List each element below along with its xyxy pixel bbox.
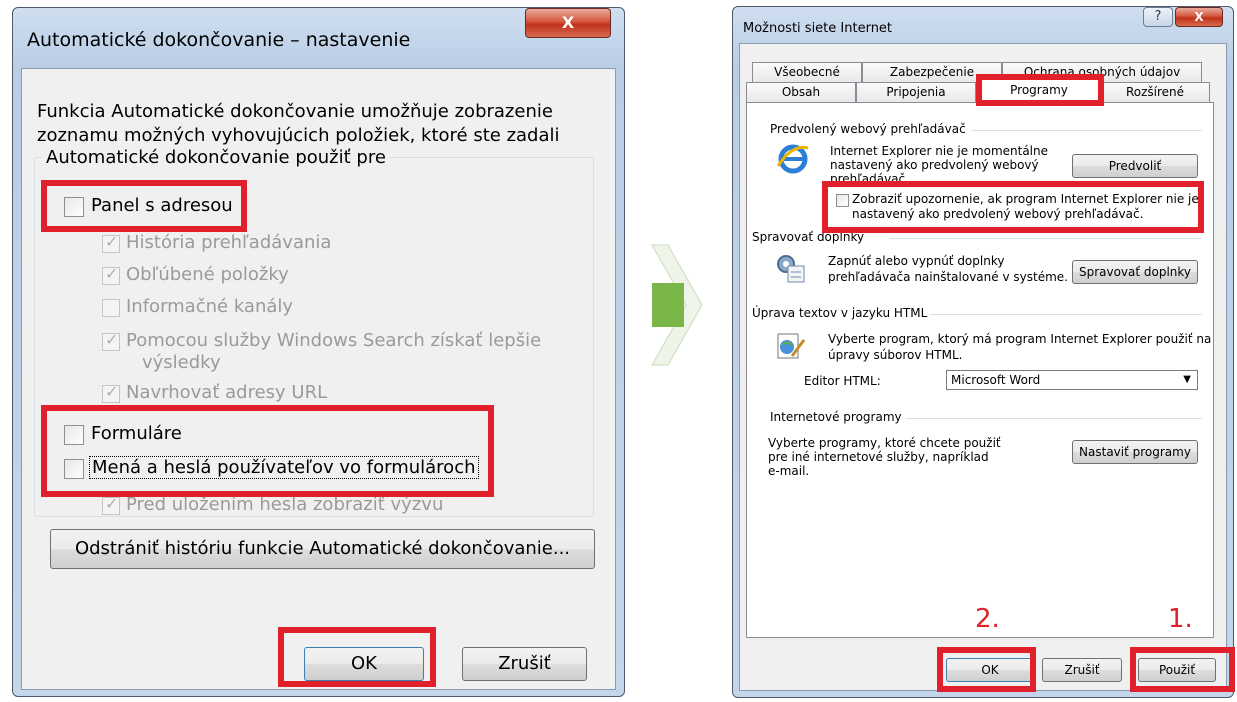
default-browser-group-title: Predvolený webový prehľadávač: [770, 122, 966, 136]
tab-general[interactable]: Všeobecné: [752, 62, 862, 82]
html-editor-icon: [777, 333, 806, 359]
highlight-programs-tab: [976, 74, 1104, 106]
cancel-button[interactable]: Zrušiť: [1042, 658, 1122, 682]
html-editing-text-1: Vyberte program, ktorý má program Intern…: [828, 332, 1212, 346]
group-separator: [906, 418, 1202, 419]
tab-advanced[interactable]: Rozšírené: [1100, 82, 1210, 102]
help-button[interactable]: ?: [1143, 7, 1173, 27]
password-prompt-label[interactable]: Pred uložením hesla zobraziť výzvu: [126, 494, 443, 515]
group-separator: [930, 314, 1202, 315]
favorites-label[interactable]: Obľúbené položky: [126, 264, 289, 285]
favorites-checkbox[interactable]: ✓: [102, 264, 120, 285]
html-editing-text-2: úpravy súborov HTML.: [828, 348, 963, 362]
chevron-down-icon: ▼: [1183, 374, 1191, 385]
suggest-urls-label[interactable]: Navrhovať adresy URL: [126, 382, 327, 403]
make-default-button[interactable]: Predvoliť: [1072, 154, 1198, 178]
editor-html-value: Microsoft Word: [951, 373, 1041, 387]
arrow-right-icon: [651, 244, 703, 366]
highlight-ok-button: [937, 647, 1036, 692]
windows-search-label-2: výsledky: [142, 352, 221, 373]
highlight-ok-button: [278, 627, 436, 687]
internet-programs-group-title: Internetové programy: [770, 410, 902, 424]
group-separator: [972, 130, 1202, 131]
addons-text-2: prehľadávača nainštalované v systéme.: [828, 270, 1068, 284]
windows-search-checkbox[interactable]: ✓: [102, 330, 120, 351]
set-programs-button[interactable]: Nastaviť programy: [1072, 440, 1198, 464]
check-icon: ✓: [105, 330, 119, 349]
tab-connections[interactable]: Pripojenia: [856, 82, 976, 102]
close-button[interactable]: X: [1175, 7, 1223, 27]
dialog-client-area: Funkcia Automatické dokončovanie umožňuj…: [21, 68, 616, 690]
history-checkbox[interactable]: ✓: [102, 232, 120, 253]
windows-search-label[interactable]: Pomocou služby Windows Search získať lep…: [126, 330, 541, 351]
check-icon: ✓: [105, 382, 119, 401]
ie-logo-icon: [776, 144, 809, 174]
dialog-title: Možnosti siete Internet: [743, 21, 893, 36]
check-icon: ✓: [105, 264, 119, 283]
html-editing-group-title: Úprava textov v jazyku HTML: [752, 306, 928, 320]
check-icon: ✓: [105, 232, 119, 251]
feeds-label[interactable]: Informačné kanály: [126, 296, 293, 317]
manage-addons-button[interactable]: Spravovať doplnky: [1072, 260, 1198, 284]
addons-text-1: Zapnúť alebo vypnúť doplnky: [828, 254, 1005, 268]
group-separator: [890, 238, 1202, 239]
description-line-1: Funkcia Automatické dokončovanie umožňuj…: [37, 101, 553, 122]
cancel-button[interactable]: Zrušiť: [462, 647, 587, 681]
addons-gear-icon: [777, 255, 805, 283]
highlight-apply-button: [1130, 647, 1235, 692]
step-1-label: 1.: [1168, 604, 1193, 634]
autocomplete-settings-dialog: Automatické dokončovanie – nastavenie X …: [12, 7, 625, 697]
internet-programs-text-1: Vyberte programy, ktoré chcete použiť: [768, 436, 1001, 450]
step-2-label: 2.: [975, 604, 1000, 634]
group-title: Automatické dokončovanie použiť pre: [42, 147, 390, 168]
highlight-forms: [41, 405, 494, 497]
tab-content[interactable]: Obsah: [746, 82, 856, 102]
password-prompt-checkbox[interactable]: ✓: [102, 494, 120, 515]
default-browser-text-1: Internet Explorer nie je momentálne: [830, 144, 1048, 158]
default-browser-text-2: nastavený ako predvolený webový: [830, 158, 1039, 172]
dialog-client-area: Všeobecné Zabezpečenie Ochrana osobných …: [739, 43, 1227, 691]
feeds-checkbox[interactable]: [102, 299, 120, 317]
history-label[interactable]: História prehľadávania: [126, 232, 331, 253]
internet-programs-text-3: e-mail.: [768, 464, 810, 478]
editor-html-label: Editor HTML:: [804, 374, 881, 388]
internet-programs-text-2: pre iné internetové služby, napríklad: [768, 450, 989, 464]
suggest-urls-checkbox[interactable]: ✓: [102, 382, 120, 403]
highlight-warn-checkbox: [822, 181, 1204, 233]
delete-history-button[interactable]: Odstrániť históriu funkcie Automatické d…: [50, 529, 595, 569]
description-line-2: zoznamu možných vyhovujúcich položiek, k…: [37, 125, 560, 146]
dialog-title: Automatické dokončovanie – nastavenie: [27, 29, 411, 51]
highlight-address-bar: [41, 180, 247, 232]
internet-options-dialog: Možnosti siete Internet ? X Všeobecné Za…: [732, 6, 1234, 698]
close-button[interactable]: X: [525, 8, 611, 38]
editor-html-select[interactable]: Microsoft Word ▼: [946, 370, 1198, 390]
